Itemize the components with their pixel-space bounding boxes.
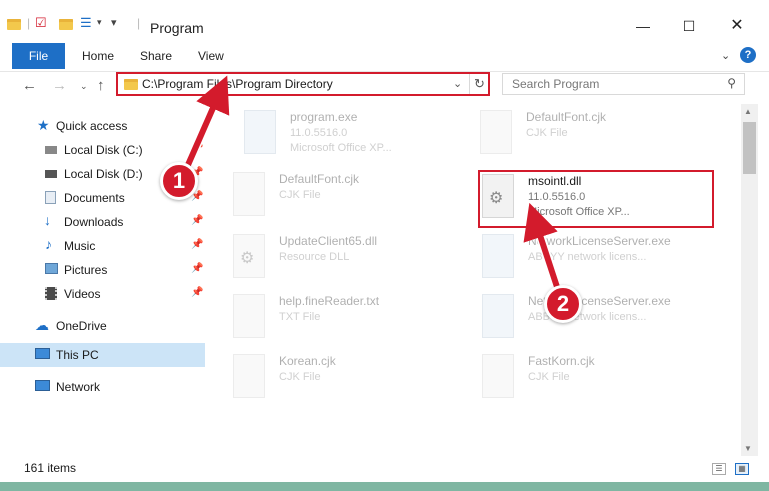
callout-arrows [179, 75, 565, 301]
callout-badge-2: 2 [544, 285, 582, 323]
callout-badge-1: 1 [160, 162, 198, 200]
arrow-2 [523, 202, 563, 297]
arrow-1 [181, 75, 230, 176]
explorer-window: | ☑ ☰ ▾ ▾ | Program — ☐ ✕ File Home Shar… [0, 0, 769, 482]
